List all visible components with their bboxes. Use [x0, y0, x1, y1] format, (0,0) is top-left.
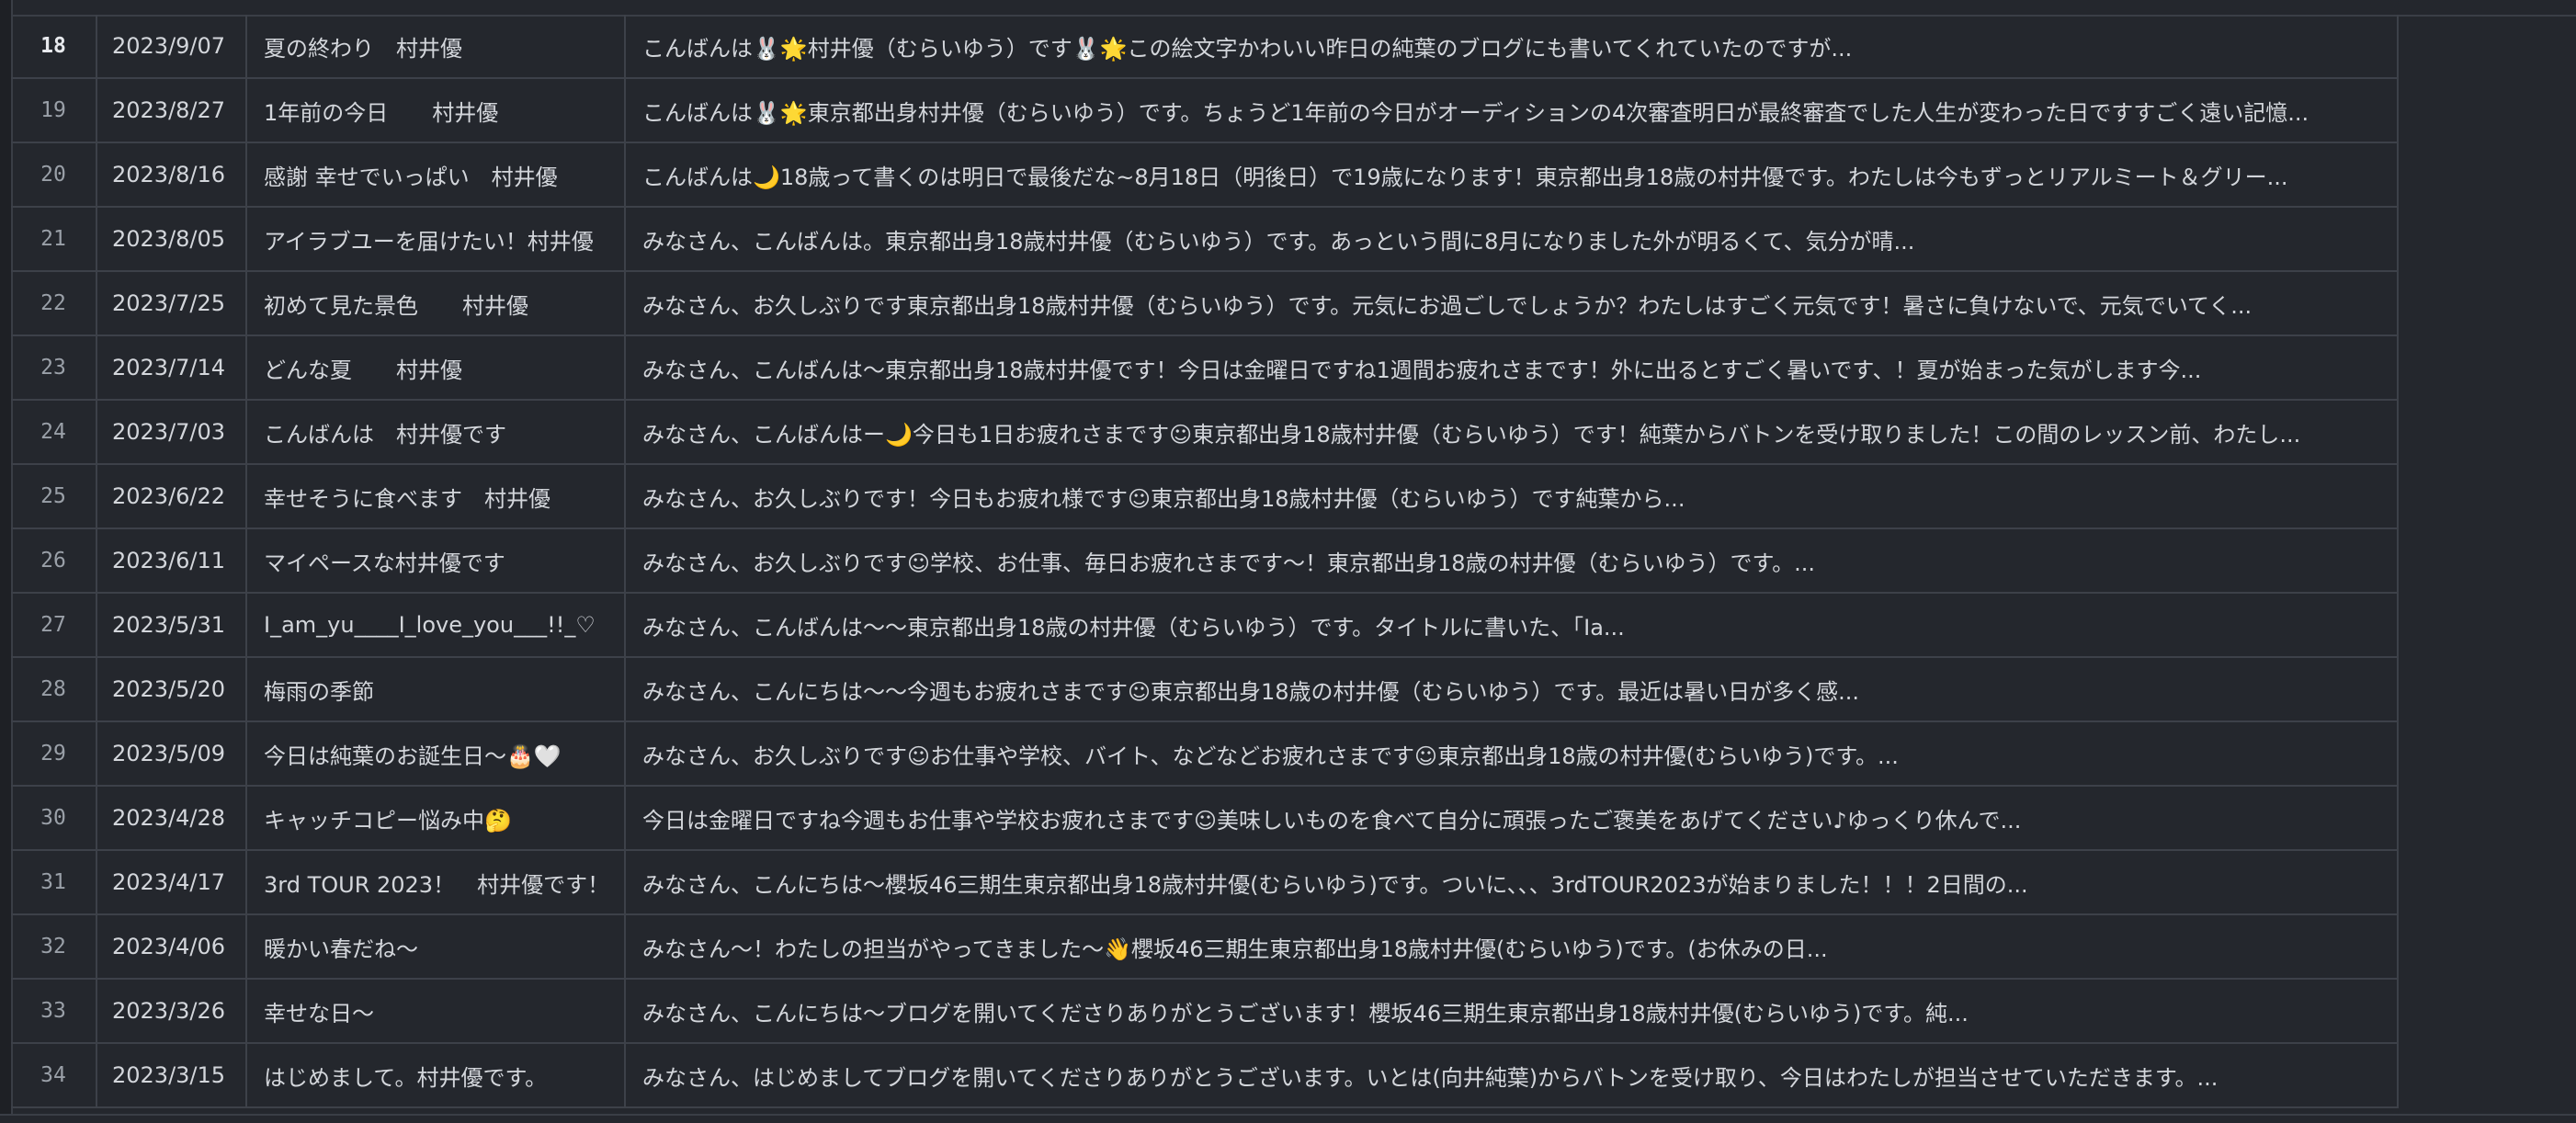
row-number-cell[interactable]: 22 [11, 271, 97, 336]
body-cell[interactable]: みなさん、お久しぶりです☺お仕事や学校、バイト、などなどお疲れさまです☺東京都出… [625, 721, 2399, 787]
table-row[interactable]: 26 2023/6/11 マイペースな村井優です みなさん、お久しぶりです☺学校、お仕… [11, 528, 2399, 594]
blog-table: 18 2023/9/07 夏の終わり 村井優 こんばんは🐰🌟村井優（むらいゆう）です🐰… [11, 15, 2399, 1108]
row-number-cell[interactable]: 28 [11, 657, 97, 722]
date-cell[interactable]: 2023/5/20 [96, 657, 247, 722]
table-row[interactable]: 33 2023/3/26 幸せな日〜 みなさん、こんにちは〜ブログを開いてくださりあり… [11, 979, 2399, 1044]
date-cell[interactable]: 2023/7/14 [96, 335, 247, 401]
row-number-cell[interactable]: 30 [11, 786, 97, 851]
row-number-cell[interactable]: 20 [11, 142, 97, 208]
date-cell[interactable]: 2023/5/09 [96, 721, 247, 787]
row-number-cell[interactable]: 21 [11, 207, 97, 272]
row-number-cell[interactable]: 25 [11, 464, 97, 529]
date-cell[interactable]: 2023/3/15 [96, 1043, 247, 1108]
body-cell[interactable]: こんばんは🐰🌟村井優（むらいゆう）です🐰🌟この絵文字かわいい昨日の純葉のブログに… [625, 15, 2399, 79]
table-row[interactable]: 32 2023/4/06 暖かい春だね〜 みなさん〜！わたしの担当がやってきました〜👋… [11, 914, 2399, 980]
title-cell[interactable]: 幸せな日〜 [246, 979, 626, 1044]
date-cell[interactable]: 2023/8/16 [96, 142, 247, 208]
title-cell[interactable]: 今日は純葉のお誕生日〜🎂🤍 [246, 721, 626, 787]
body-cell[interactable]: みなさん、はじめましてブログを開いてくださりありがとうございます。いとは(向井純… [625, 1043, 2399, 1108]
date-cell[interactable]: 2023/4/28 [96, 786, 247, 851]
title-cell[interactable]: 梅雨の季節 [246, 657, 626, 722]
table-row[interactable]: 22 2023/7/25 初めて見た景色 村井優 みなさん、お久しぶりです東京都出身1… [11, 271, 2399, 336]
title-cell[interactable]: キャッチコピー悩み中🤔 [246, 786, 626, 851]
body-cell[interactable]: みなさん、こんにちは〜櫻坂46三期生東京都出身18歳村井優(むらいゆう)です。つ… [625, 850, 2399, 915]
table-row[interactable]: 31 2023/4/17 3rd TOUR 2023！ 村井優です！ みなさん、こんに… [11, 850, 2399, 915]
row-number-cell[interactable]: 23 [11, 335, 97, 401]
date-cell[interactable]: 2023/6/22 [96, 464, 247, 529]
row-number-cell[interactable]: 33 [11, 979, 97, 1044]
title-cell[interactable]: 幸せそうに食べます 村井優 [246, 464, 626, 529]
row-number-cell[interactable]: 31 [11, 850, 97, 915]
row-number-cell[interactable]: 24 [11, 400, 97, 465]
date-cell[interactable]: 2023/4/17 [96, 850, 247, 915]
body-cell[interactable]: みなさん、お久しぶりです！今日もお疲れ様です☺東京都出身18歳村井優（むらいゆう… [625, 464, 2399, 529]
table-row[interactable]: 21 2023/8/05 アイラブユーを届けたい！村井優 みなさん、こんばんは。東京都… [11, 207, 2399, 272]
body-cell[interactable]: みなさん、こんばんは〜〜東京都出身18歳の村井優（むらいゆう）です。タイトルに書… [625, 593, 2399, 658]
blog-table-container: 18 2023/9/07 夏の終わり 村井優 こんばんは🐰🌟村井優（むらいゆう）です🐰… [11, 15, 2400, 1108]
blog-table-body: 18 2023/9/07 夏の終わり 村井優 こんばんは🐰🌟村井優（むらいゆう）です🐰… [11, 15, 2399, 1108]
title-cell[interactable]: I_am_yu____I_love_you___!!_♡ [246, 593, 626, 658]
date-cell[interactable]: 2023/8/27 [96, 78, 247, 143]
body-cell[interactable]: みなさん、お久しぶりです☺学校、お仕事、毎日お疲れさまです〜！東京都出身18歳の… [625, 528, 2399, 594]
table-row[interactable]: 27 2023/5/31 I_am_yu____I_love_you___!!_♡ み… [11, 593, 2399, 658]
row-number-cell[interactable]: 19 [11, 78, 97, 143]
table-row[interactable]: 24 2023/7/03 こんばんは 村井優です みなさん、こんばんはー🌙今日も1日お… [11, 400, 2399, 465]
row-number-cell[interactable]: 26 [11, 528, 97, 594]
body-cell[interactable]: みなさん、こんにちは〜ブログを開いてくださりありがとうございます！櫻坂46三期生… [625, 979, 2399, 1044]
date-cell[interactable]: 2023/4/06 [96, 914, 247, 980]
title-cell[interactable]: 3rd TOUR 2023！ 村井優です！ [246, 850, 626, 915]
bottom-border [0, 1114, 2576, 1123]
title-cell[interactable]: 暖かい春だね〜 [246, 914, 626, 980]
row-number-cell[interactable]: 18 [11, 15, 97, 79]
body-cell[interactable]: みなさん〜！わたしの担当がやってきました〜👋櫻坂46三期生東京都出身18歳村井優… [625, 914, 2399, 980]
date-cell[interactable]: 2023/9/07 [96, 15, 247, 79]
body-cell[interactable]: こんばんは🌙18歳って書くのは明日で最後だな~8月18日（明後日）で19歳になり… [625, 142, 2399, 208]
title-cell[interactable]: 感謝 幸せでいっぱい 村井優 [246, 142, 626, 208]
body-cell[interactable]: みなさん、こんばんは〜東京都出身18歳村井優です！今日は金曜日ですね1週間お疲れ… [625, 335, 2399, 401]
row-number-cell[interactable]: 34 [11, 1043, 97, 1108]
title-cell[interactable]: 1年前の今日 村井優 [246, 78, 626, 143]
table-row[interactable]: 19 2023/8/27 1年前の今日 村井優 こんばんは🐰🌟東京都出身村井優（むらい… [11, 78, 2399, 143]
title-cell[interactable]: どんな夏 村井優 [246, 335, 626, 401]
title-cell[interactable]: 初めて見た景色 村井優 [246, 271, 626, 336]
body-cell[interactable]: みなさん、こんにちは〜〜今週もお疲れさまです☺東京都出身18歳の村井優（むらいゆ… [625, 657, 2399, 722]
date-cell[interactable]: 2023/6/11 [96, 528, 247, 594]
title-cell[interactable]: 夏の終わり 村井優 [246, 15, 626, 79]
table-row[interactable]: 18 2023/9/07 夏の終わり 村井優 こんばんは🐰🌟村井優（むらいゆう）です🐰… [11, 15, 2399, 79]
row-number-cell[interactable]: 32 [11, 914, 97, 980]
date-cell[interactable]: 2023/7/25 [96, 271, 247, 336]
table-row[interactable]: 25 2023/6/22 幸せそうに食べます 村井優 みなさん、お久しぶりです！今日も… [11, 464, 2399, 529]
title-cell[interactable]: はじめまして。村井優です。 [246, 1043, 626, 1108]
date-cell[interactable]: 2023/3/26 [96, 979, 247, 1044]
table-row[interactable]: 20 2023/8/16 感謝 幸せでいっぱい 村井優 こんばんは🌙18歳って書くのは… [11, 142, 2399, 208]
date-cell[interactable]: 2023/7/03 [96, 400, 247, 465]
body-cell[interactable]: みなさん、お久しぶりです東京都出身18歳村井優（むらいゆう）です。元気にお過ごし… [625, 271, 2399, 336]
body-cell[interactable]: みなさん、こんばんは。東京都出身18歳村井優（むらいゆう）です。あっという間に8… [625, 207, 2399, 272]
date-cell[interactable]: 2023/5/31 [96, 593, 247, 658]
body-cell[interactable]: こんばんは🐰🌟東京都出身村井優（むらいゆう）です。ちょうど1年前の今日がオーディ… [625, 78, 2399, 143]
title-cell[interactable]: マイペースな村井優です [246, 528, 626, 594]
table-row[interactable]: 29 2023/5/09 今日は純葉のお誕生日〜🎂🤍 みなさん、お久しぶりです☺お仕事… [11, 721, 2399, 787]
date-cell[interactable]: 2023/8/05 [96, 207, 247, 272]
table-row[interactable]: 28 2023/5/20 梅雨の季節 みなさん、こんにちは〜〜今週もお疲れさまです☺東… [11, 657, 2399, 722]
table-row[interactable]: 30 2023/4/28 キャッチコピー悩み中🤔 今日は金曜日ですね今週もお仕事や学校… [11, 786, 2399, 851]
body-cell[interactable]: 今日は金曜日ですね今週もお仕事や学校お疲れさまです☺美味しいものを食べて自分に頑… [625, 786, 2399, 851]
title-cell[interactable]: こんばんは 村井優です [246, 400, 626, 465]
title-cell[interactable]: アイラブユーを届けたい！村井優 [246, 207, 626, 272]
table-row[interactable]: 23 2023/7/14 どんな夏 村井優 みなさん、こんばんは〜東京都出身18歳村井… [11, 335, 2399, 401]
table-row[interactable]: 34 2023/3/15 はじめまして。村井優です。 みなさん、はじめましてブログを開… [11, 1043, 2399, 1108]
body-cell[interactable]: みなさん、こんばんはー🌙今日も1日お疲れさまです☺東京都出身18歳村井優（むらい… [625, 400, 2399, 465]
row-number-cell[interactable]: 27 [11, 593, 97, 658]
row-number-cell[interactable]: 29 [11, 721, 97, 787]
